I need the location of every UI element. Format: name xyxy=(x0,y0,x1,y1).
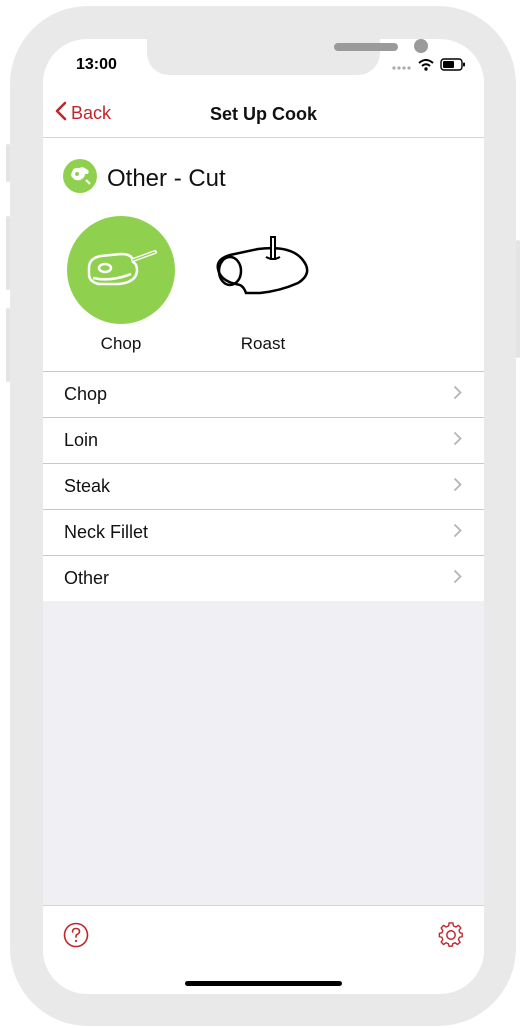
meat-icon xyxy=(63,159,97,198)
list-item-label: Neck Fillet xyxy=(64,522,149,542)
help-icon xyxy=(63,922,89,952)
home-indicator[interactable] xyxy=(185,981,342,986)
cut-option-label: Roast xyxy=(240,334,286,353)
chevron-right-icon xyxy=(453,476,462,497)
phone-screen: 13:00 Back Set Up Cook Other - Cut Chop … xyxy=(43,39,484,994)
signal-dots-icon xyxy=(392,58,412,76)
cut-option-circle xyxy=(67,216,175,324)
cut-option-circle xyxy=(209,216,317,324)
list-item-label: Chop xyxy=(64,384,108,404)
chevron-right-icon xyxy=(453,430,462,451)
status-icons xyxy=(392,58,466,76)
list-item-chop[interactable]: Chop xyxy=(43,372,484,418)
power-button xyxy=(516,240,520,358)
list-item-steak[interactable]: Steak xyxy=(43,464,484,510)
cut-option-label: Chop xyxy=(100,334,142,353)
help-button[interactable] xyxy=(63,922,89,953)
volume-down-button xyxy=(6,308,10,382)
notch xyxy=(147,39,428,75)
front-camera xyxy=(414,39,428,53)
empty-content-area xyxy=(43,601,484,905)
mute-switch xyxy=(6,144,10,182)
chop-icon xyxy=(81,240,161,301)
chevron-right-icon xyxy=(453,568,462,589)
status-time: 13:00 xyxy=(76,56,117,73)
list-item-neck-fillet[interactable]: Neck Fillet xyxy=(43,510,484,556)
cut-option-roast[interactable]: Roast xyxy=(203,216,323,354)
battery-icon xyxy=(440,58,466,76)
roast-icon xyxy=(210,233,316,308)
list-item-other[interactable]: Other xyxy=(43,556,484,602)
list-item-label: Steak xyxy=(64,476,111,496)
wifi-icon xyxy=(418,58,434,76)
section-title: Other - Cut xyxy=(107,164,226,192)
gear-icon xyxy=(438,922,464,952)
volume-up-button xyxy=(6,216,10,290)
section-header: Other - Cut xyxy=(63,159,226,198)
page-title: Set Up Cook xyxy=(209,104,317,124)
chevron-right-icon xyxy=(453,522,462,543)
bottom-toolbar xyxy=(43,905,484,966)
cut-list: Chop Loin Steak Neck Fillet Other xyxy=(43,371,484,602)
list-item-label: Loin xyxy=(64,430,99,450)
navigation-bar: Back Set Up Cook xyxy=(43,95,484,138)
list-item-loin[interactable]: Loin xyxy=(43,418,484,464)
settings-button[interactable] xyxy=(438,922,464,953)
list-item-label: Other xyxy=(64,568,110,588)
speaker xyxy=(334,43,398,51)
cut-option-chop[interactable]: Chop xyxy=(61,216,181,354)
chevron-right-icon xyxy=(453,384,462,405)
